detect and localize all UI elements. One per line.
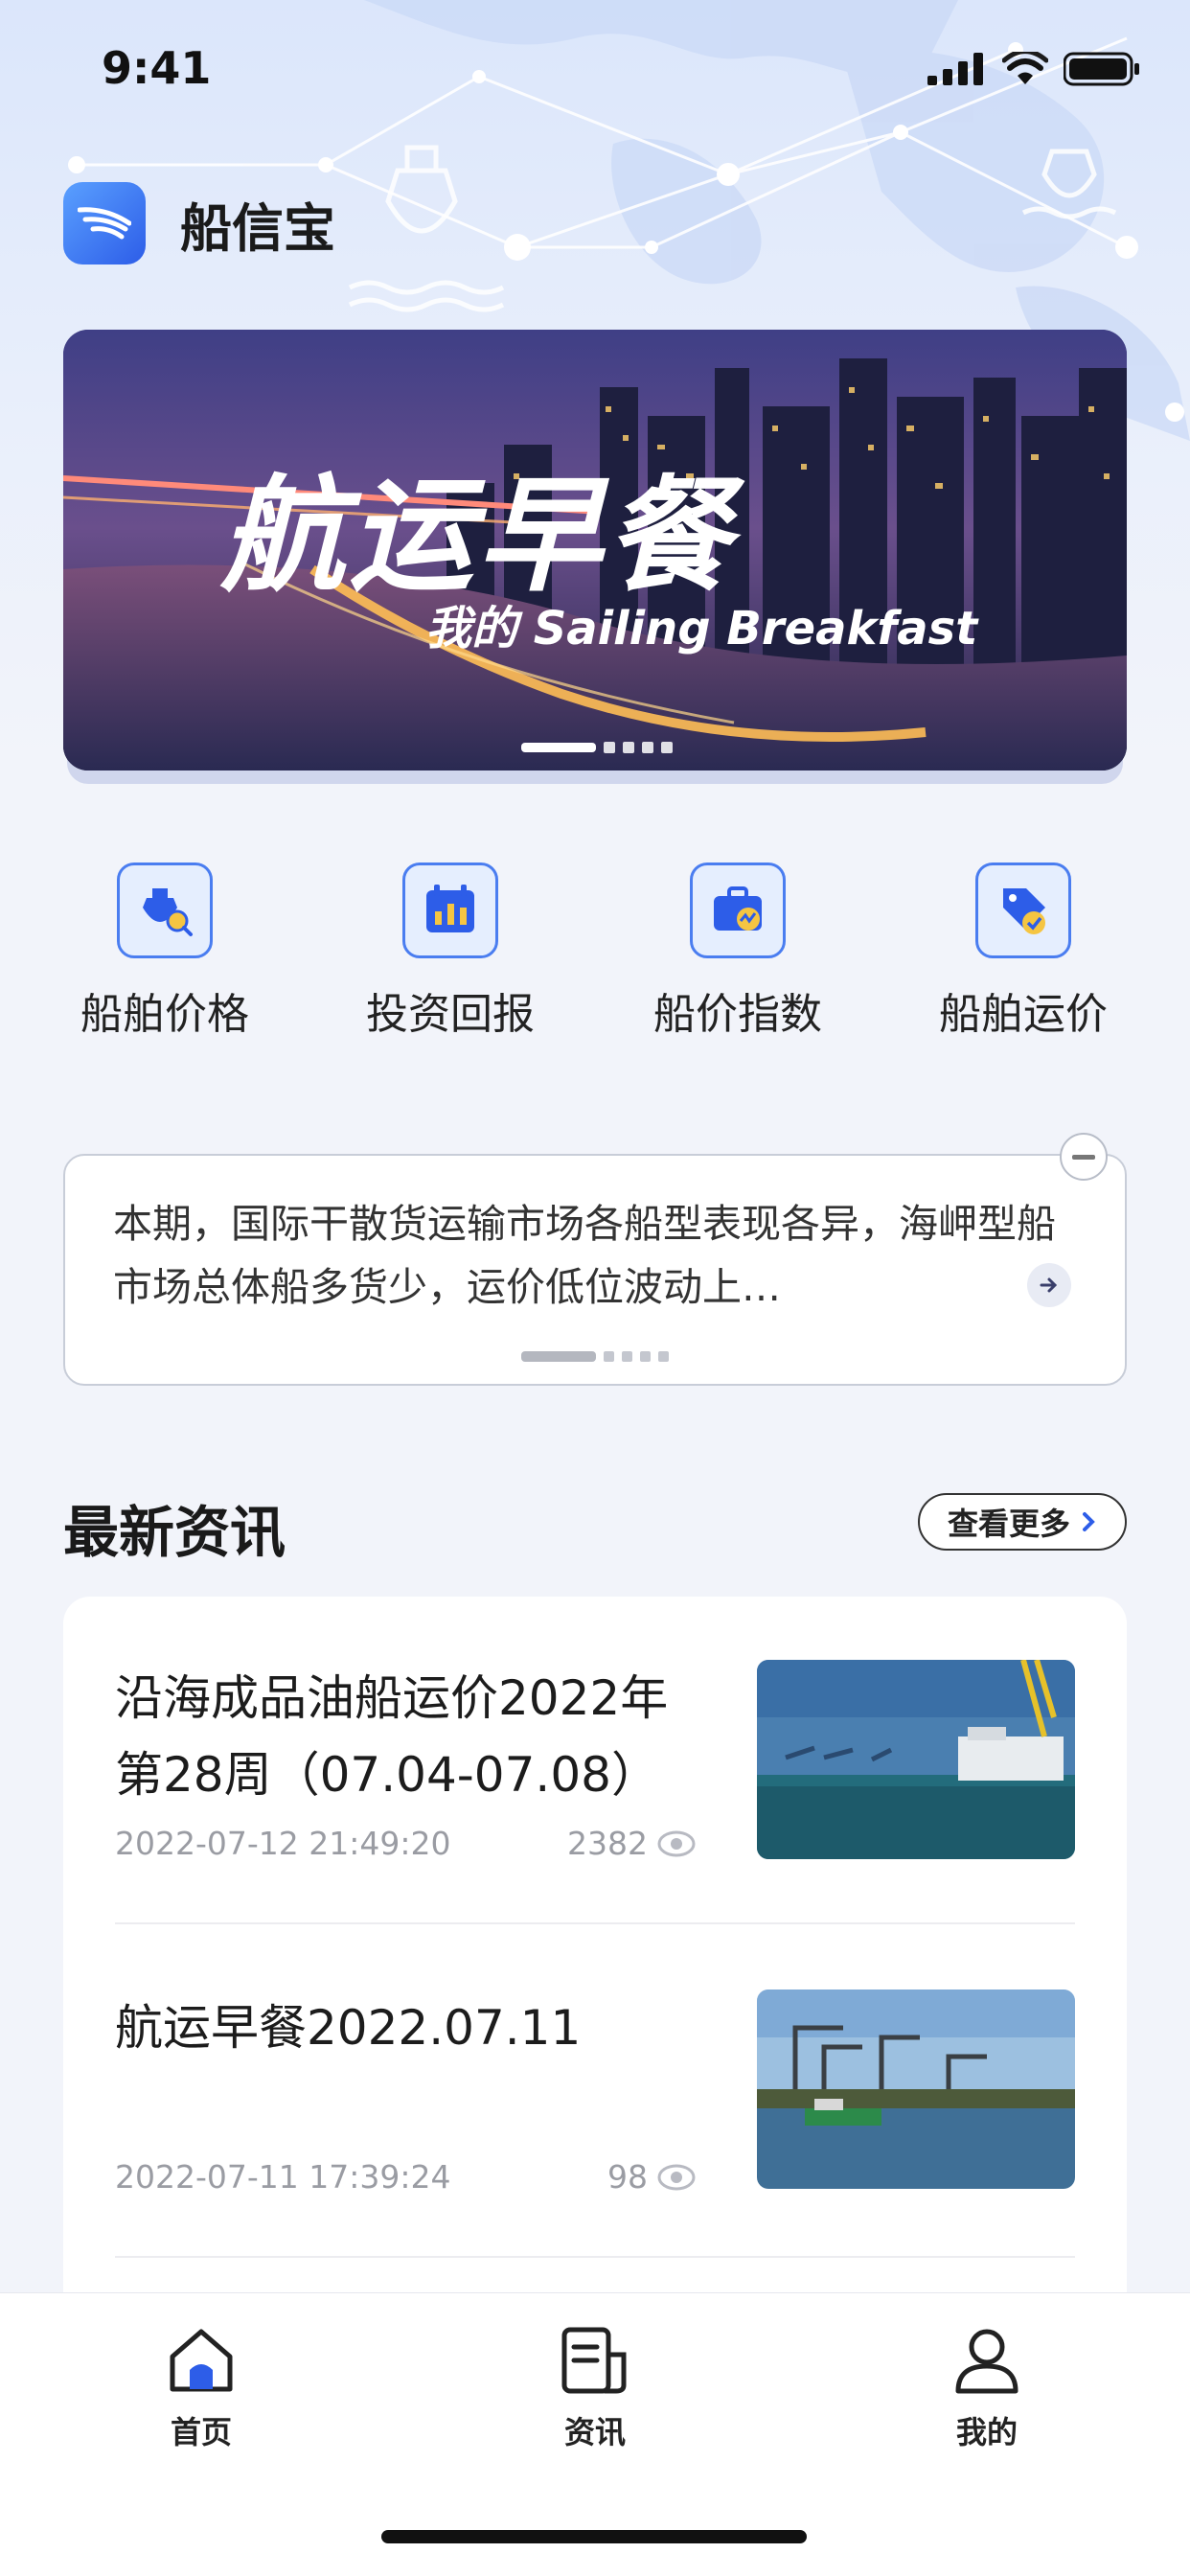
news-item-title: 沿海成品油船运价2022年第28周（07.04-07.08） <box>115 1670 669 1803</box>
tab-news[interactable]: 资讯 <box>499 2322 691 2452</box>
news-item-date: 2022-07-12 21:49:20 <box>115 1825 451 1862</box>
news-item-views: 98 <box>607 2158 696 2196</box>
quick-nav-label: 船舶价格 <box>80 990 249 1039</box>
notice-dot[interactable] <box>604 1351 614 1362</box>
view-more-button[interactable]: 查看更多 <box>918 1493 1127 1551</box>
banner-carousel[interactable]: 航运早餐 我的 Sailing Breakfast <box>63 330 1127 770</box>
news-thumbnail <box>757 1990 1075 2189</box>
banner-dot[interactable] <box>642 742 653 753</box>
news-item-date: 2022-07-11 17:39:24 <box>115 2158 451 2196</box>
notice-dot[interactable] <box>640 1351 651 1362</box>
profile-icon <box>955 2329 1018 2394</box>
status-bar: 9:41 <box>0 0 1190 144</box>
quick-nav-ship-freight[interactable]: 船舶运价 <box>899 862 1148 1041</box>
chevron-right-icon <box>1083 1512 1095 1531</box>
quick-nav-label: 船价指数 <box>653 990 822 1039</box>
news-section-header: 最新资讯 查看更多 <box>63 1487 1127 1565</box>
news-item[interactable]: 沿海成品油船运价2022年第28周（07.04-07.08） 2022-07-1… <box>115 1660 1075 1862</box>
notice-pagination <box>521 1351 669 1362</box>
quick-nav-ship-price[interactable]: 船舶价格 <box>40 862 289 1041</box>
notice-text: 本期，国际干散货运输市场各船型表现各异，海岬型船市场总体船多货少，运价低位波动上… <box>113 1201 1056 1310</box>
banner-title: 航运早餐 <box>220 463 735 609</box>
quick-nav-label: 船舶运价 <box>939 990 1108 1039</box>
home-icon <box>170 2329 233 2392</box>
minus-icon <box>1072 1154 1095 1160</box>
tab-profile[interactable]: 我的 <box>891 2322 1083 2452</box>
banner-dot[interactable] <box>661 742 673 753</box>
status-time: 9:41 <box>102 42 212 94</box>
news-icon <box>561 2327 627 2394</box>
tab-label: 资讯 <box>563 2414 626 2450</box>
quick-nav: 船舶价格 投资回报 船价指数 船舶运价 <box>0 862 1190 1054</box>
wing-logo-icon <box>78 207 131 240</box>
tab-label: 首页 <box>170 2414 232 2450</box>
banner-dot-active[interactable] <box>521 743 596 752</box>
quick-nav-investment-return[interactable]: 投资回报 <box>326 862 575 1041</box>
banner-dot[interactable] <box>623 742 634 753</box>
signal-icon <box>927 53 983 85</box>
port-ship-image <box>757 1660 1075 1859</box>
news-divider <box>115 1922 1075 1924</box>
banner-subtitle: 我的 Sailing Breakfast <box>425 602 978 656</box>
harbor-cranes-image <box>757 1990 1075 2189</box>
collapse-notice-button[interactable] <box>1060 1133 1108 1181</box>
news-item-title: 航运早餐2022.07.11 <box>115 2000 582 2056</box>
ship-search-icon <box>117 862 213 958</box>
quick-nav-ship-price-index[interactable]: 船价指数 <box>613 862 862 1041</box>
banner-pagination <box>521 742 673 753</box>
status-icons <box>927 52 1140 86</box>
view-count: 2382 <box>567 1825 648 1862</box>
tab-label: 我的 <box>955 2414 1018 2450</box>
home-indicator[interactable] <box>381 2530 807 2543</box>
tab-home[interactable]: 首页 <box>105 2322 297 2452</box>
news-list: 沿海成品油船运价2022年第28周（07.04-07.08） 2022-07-1… <box>63 1597 1127 2325</box>
briefcase-chart-icon <box>690 862 786 958</box>
market-notice-card[interactable]: 本期，国际干散货运输市场各船型表现各异，海岬型船市场总体船多货少，运价低位波动上… <box>63 1133 1127 1386</box>
price-tag-check-icon <box>975 862 1071 958</box>
view-count: 98 <box>607 2158 648 2196</box>
eye-icon <box>657 2164 696 2190</box>
app-logo <box>63 182 146 264</box>
notice-dot[interactable] <box>622 1351 632 1362</box>
notice-dot-active[interactable] <box>521 1351 596 1362</box>
app-header: 船信宝 <box>63 182 335 264</box>
app-title: 船信宝 <box>180 197 335 259</box>
arrow-right-icon[interactable] <box>1027 1263 1071 1307</box>
view-more-label: 查看更多 <box>947 1506 1070 1542</box>
notice-dot[interactable] <box>658 1351 669 1362</box>
news-item[interactable]: 航运早餐2022.07.11 2022-07-11 17:39:24 98 <box>115 1990 1075 2196</box>
battery-icon <box>1064 52 1139 86</box>
quick-nav-label: 投资回报 <box>366 990 535 1039</box>
wifi-icon <box>1002 52 1048 84</box>
news-divider <box>115 2256 1075 2258</box>
eye-icon <box>657 1830 696 1856</box>
news-item-views: 2382 <box>567 1825 696 1862</box>
banner-dot[interactable] <box>604 742 615 753</box>
news-thumbnail <box>757 1660 1075 1859</box>
bar-chart-calendar-icon <box>402 862 498 958</box>
